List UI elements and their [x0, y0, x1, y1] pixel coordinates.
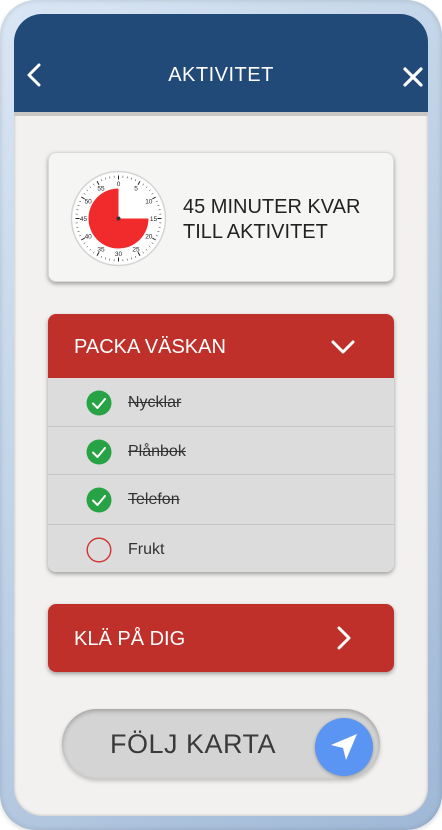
timer-text: 45 MINUTER KVAR TILL AKTIVITET: [183, 195, 393, 245]
follow-map-button[interactable]: FÖLJ KARTA: [62, 709, 380, 779]
pack-bag-section: PACKA VÄSKAN Nycklar Plånbok Telefon Fru…: [48, 314, 394, 572]
chevron-right-icon[interactable]: [331, 625, 357, 651]
timer-dial-label: 20: [145, 234, 153, 241]
timer-line-1: 45 MINUTER KVAR: [183, 196, 361, 218]
chevron-down-icon[interactable]: [330, 334, 356, 360]
checked-circle-icon[interactable]: [86, 390, 112, 416]
close-icon[interactable]: [402, 66, 424, 88]
list-item-label: Nycklar: [128, 394, 182, 411]
navigation-arrow-icon[interactable]: [315, 718, 373, 776]
app-header: AKTIVITET: [14, 14, 428, 116]
timer-dial-label: 55: [97, 186, 105, 193]
timer-dial-label: 15: [150, 216, 158, 223]
list-item[interactable]: Frukt: [48, 524, 394, 572]
checked-circle-icon[interactable]: [86, 439, 112, 465]
device-frame: AKTIVITET 0 5 10 15 20 25 30 35 40 45 50 55 45 MINU…: [0, 0, 442, 830]
pack-list: Nycklar Plånbok Telefon Frukt: [48, 378, 394, 572]
checked-circle-icon[interactable]: [86, 487, 112, 513]
timer-dial-label: 30: [115, 251, 123, 258]
timer-dial-label: 25: [132, 246, 140, 253]
list-item-label: Telefon: [128, 491, 180, 508]
pack-bag-title: PACKA VÄSKAN: [74, 336, 226, 358]
list-item-label: Frukt: [128, 541, 165, 558]
page-title: AKTIVITET: [168, 64, 274, 86]
timer-dial-icon: 0 5 10 15 20 25 30 35 40 45 50 55: [70, 170, 167, 267]
timer-dial-label: 35: [97, 246, 105, 253]
dress-title: KLÄ PÅ DIG: [74, 628, 186, 650]
timer-line-2: TILL AKTIVITET: [183, 221, 328, 243]
list-item-label: Plånbok: [128, 443, 186, 460]
list-item[interactable]: Plånbok: [48, 426, 394, 474]
timer-dial-label: 45: [80, 216, 88, 223]
dress-header[interactable]: KLÄ PÅ DIG: [48, 604, 394, 672]
list-item[interactable]: Nycklar: [48, 378, 394, 426]
dress-section: KLÄ PÅ DIG: [48, 604, 394, 672]
timer-dial-label: 10: [145, 199, 153, 206]
list-item[interactable]: Telefon: [48, 474, 394, 524]
unchecked-circle-icon[interactable]: [86, 537, 112, 563]
timer-dial-label: 40: [85, 234, 93, 241]
app-screen: AKTIVITET 0 5 10 15 20 25 30 35 40 45 50 55 45 MINU…: [14, 14, 428, 816]
timer-dial-label: 50: [85, 199, 93, 206]
timer-dial-label: 5: [134, 186, 138, 193]
timer-dial-label: 0: [117, 181, 121, 188]
follow-map-label: FÖLJ KARTA: [110, 729, 277, 759]
pack-bag-header[interactable]: PACKA VÄSKAN: [48, 314, 394, 378]
timer-card: 0 5 10 15 20 25 30 35 40 45 50 55 45 MINUTER KVAR T…: [48, 152, 394, 282]
